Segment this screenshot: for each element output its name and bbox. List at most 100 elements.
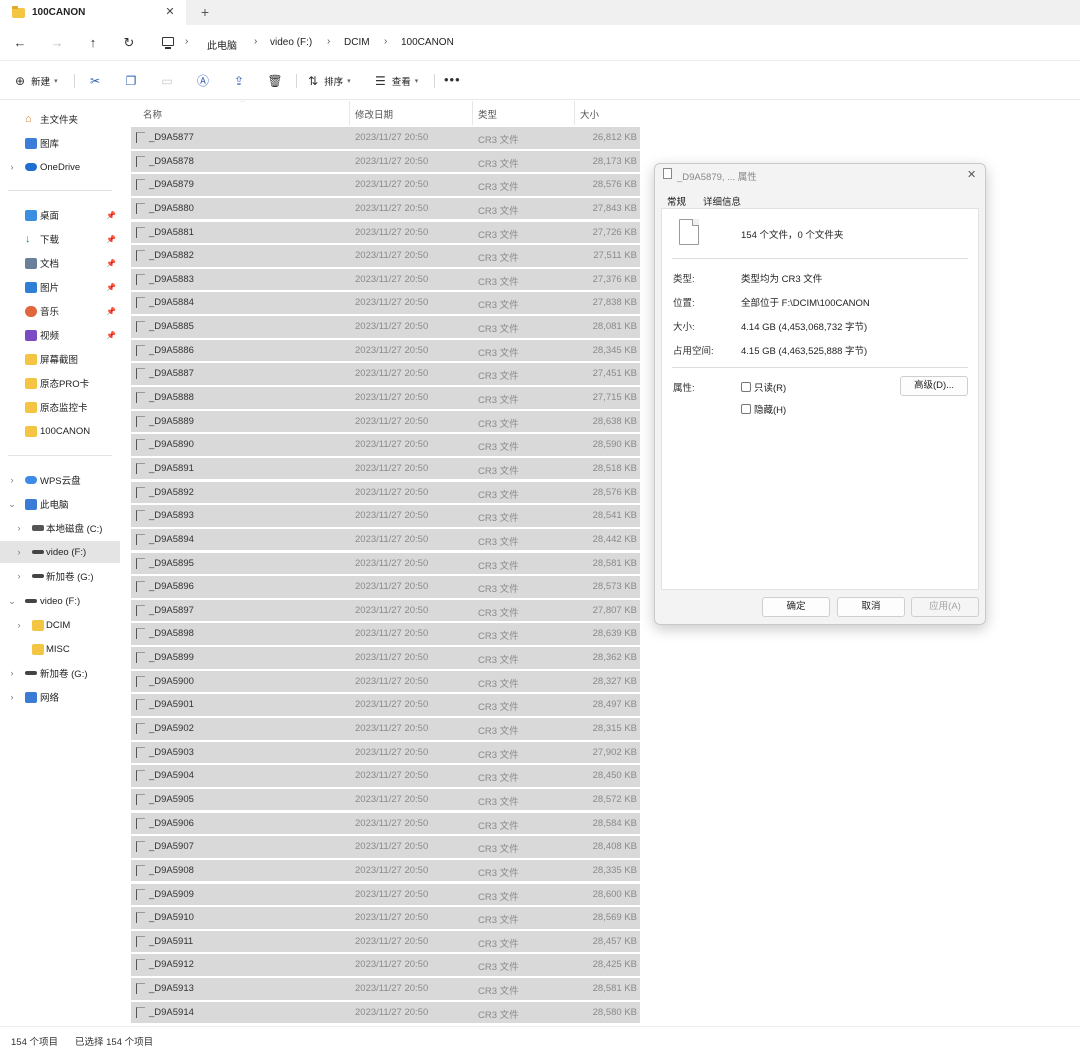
new-tab-button[interactable]: + (198, 4, 212, 20)
table-row[interactable]: _D9A5897 2023/11/27 20:50 CR3 文件 27,807 KB (131, 599, 640, 622)
close-icon[interactable]: ✕ (164, 6, 176, 18)
dialog-title-bar[interactable]: _D9A5879, ... 属性 ✕ (655, 164, 985, 186)
chevron-right-icon[interactable]: › (7, 668, 17, 678)
table-row[interactable]: _D9A5895 2023/11/27 20:50 CR3 文件 28,581 KB (131, 552, 640, 575)
pin-icon[interactable]: 📌 (106, 283, 116, 292)
checkbox-box[interactable] (741, 382, 751, 392)
sidebar-item-drive-c[interactable]: › 本地磁盘 (C:) (0, 517, 120, 539)
chevron-right-icon[interactable]: › (7, 692, 17, 702)
table-row[interactable]: _D9A5877 2023/11/27 20:50 CR3 文件 26,812 KB (131, 127, 640, 149)
table-row[interactable]: _D9A5889 2023/11/27 20:50 CR3 文件 28,638 KB (131, 410, 640, 433)
hidden-checkbox[interactable]: 隐藏(H) (741, 402, 786, 416)
table-row[interactable]: _D9A5898 2023/11/27 20:50 CR3 文件 28,639 KB (131, 623, 640, 645)
sidebar-item-music[interactable]: 音乐 📌 (0, 300, 120, 322)
cut-icon[interactable]: ✂ (87, 73, 103, 89)
table-row[interactable]: _D9A5910 2023/11/27 20:50 CR3 文件 28,569 KB (131, 907, 640, 929)
sidebar-item-gallery[interactable]: 图库 (0, 132, 120, 154)
chevron-right-icon[interactable]: › (14, 620, 24, 630)
tab-general[interactable]: 常规 (667, 194, 686, 208)
table-row[interactable]: _D9A5912 2023/11/27 20:50 CR3 文件 28,425 KB (131, 954, 640, 976)
sidebar-item-drive-f[interactable]: › video (F:) (0, 541, 120, 563)
more-options-button[interactable]: ••• (444, 72, 461, 87)
table-row[interactable]: _D9A5882 2023/11/27 20:50 CR3 文件 27,511 KB (131, 245, 640, 267)
table-row[interactable]: _D9A5885 2023/11/27 20:50 CR3 文件 28,081 KB (131, 316, 640, 338)
sidebar-item-desktop[interactable]: 桌面 📌 (0, 204, 120, 226)
pin-icon[interactable]: 📌 (106, 331, 116, 340)
sidebar-item-dcim[interactable]: › DCIM (0, 614, 120, 636)
pin-icon[interactable]: 📌 (106, 307, 116, 316)
table-row[interactable]: _D9A5878 2023/11/27 20:50 CR3 文件 28,173 KB (131, 150, 640, 173)
sidebar-item-documents[interactable]: 文档 📌 (0, 252, 120, 274)
readonly-checkbox[interactable]: 只读(R) (741, 380, 786, 394)
sidebar-item-misc[interactable]: MISC (0, 638, 120, 660)
sidebar-item-tf-pro[interactable]: 原态PRO卡 (0, 372, 120, 394)
table-row[interactable]: _D9A5894 2023/11/27 20:50 CR3 文件 28,442 KB (131, 528, 640, 551)
ok-button[interactable]: 确定 (762, 597, 830, 617)
column-divider[interactable] (472, 101, 473, 125)
table-row[interactable]: _D9A5903 2023/11/27 20:50 CR3 文件 27,902 KB (131, 741, 640, 764)
table-row[interactable]: _D9A5902 2023/11/27 20:50 CR3 文件 28,315 KB (131, 718, 640, 740)
breadcrumb-100canon[interactable]: 100CANON (401, 37, 454, 48)
breadcrumb-dcim[interactable]: DCIM (344, 37, 370, 48)
sort-button[interactable]: ⇅ 排序 ▾ (308, 73, 351, 89)
table-row[interactable]: _D9A5905 2023/11/27 20:50 CR3 文件 28,572 KB (131, 788, 640, 811)
pin-icon[interactable]: 📌 (106, 235, 116, 244)
sidebar-item-100canon[interactable]: 100CANON (0, 420, 120, 442)
chevron-down-icon[interactable]: ⌄ (7, 499, 17, 510)
table-row[interactable]: _D9A5884 2023/11/27 20:50 CR3 文件 27,838 KB (131, 292, 640, 314)
table-row[interactable]: _D9A5880 2023/11/27 20:50 CR3 文件 27,843 KB (131, 197, 640, 220)
table-row[interactable]: _D9A5900 2023/11/27 20:50 CR3 文件 28,327 KB (131, 670, 640, 693)
up-arrow-icon[interactable]: ↑ (85, 35, 101, 51)
column-header-date[interactable]: 修改日期 (355, 107, 393, 121)
sidebar-item-network[interactable]: › 网络 (0, 686, 120, 708)
pin-icon[interactable]: 📌 (106, 211, 116, 220)
tab-details[interactable]: 详细信息 (703, 194, 741, 208)
sidebar-item-onedrive[interactable]: › OneDrive (0, 156, 120, 178)
chevron-right-icon[interactable]: › (14, 571, 24, 581)
column-divider[interactable] (349, 101, 350, 125)
sidebar-item-home[interactable]: ⌂ 主文件夹 (0, 108, 120, 130)
chevron-right-icon[interactable]: › (14, 547, 24, 557)
table-row[interactable]: _D9A5904 2023/11/27 20:50 CR3 文件 28,450 KB (131, 765, 640, 787)
table-row[interactable]: _D9A5911 2023/11/27 20:50 CR3 文件 28,457 KB (131, 930, 640, 953)
table-row[interactable]: _D9A5881 2023/11/27 20:50 CR3 文件 27,726 KB (131, 221, 640, 244)
share-icon[interactable]: ⇪ (231, 73, 247, 89)
sidebar-item-pictures[interactable]: 图片 📌 (0, 276, 120, 298)
sidebar-item-screenshots[interactable]: 屏幕截图 (0, 348, 120, 370)
table-row[interactable]: _D9A5890 2023/11/27 20:50 CR3 文件 28,590 KB (131, 434, 640, 456)
sidebar-item-drive-g[interactable]: › 新加卷 (G:) (0, 565, 120, 587)
refresh-icon[interactable]: ↻ (121, 35, 137, 51)
sidebar-item-thispc[interactable]: ⌄ 此电脑 (0, 493, 120, 515)
table-row[interactable]: _D9A5908 2023/11/27 20:50 CR3 文件 28,335 KB (131, 859, 640, 882)
table-row[interactable]: _D9A5883 2023/11/27 20:50 CR3 文件 27,376 KB (131, 268, 640, 291)
table-row[interactable]: _D9A5899 2023/11/27 20:50 CR3 文件 28,362 KB (131, 647, 640, 669)
rename-icon[interactable]: Ⓐ (195, 73, 211, 89)
sidebar-item-wps[interactable]: › WPS云盘 (0, 469, 120, 491)
chevron-right-icon[interactable]: › (14, 523, 24, 533)
breadcrumb-video-f[interactable]: video (F:) (270, 37, 312, 48)
delete-icon[interactable]: 🗑 (267, 73, 283, 89)
forward-arrow-icon[interactable]: → (49, 35, 65, 51)
table-row[interactable]: _D9A5906 2023/11/27 20:50 CR3 文件 28,584 KB (131, 812, 640, 835)
table-row[interactable]: _D9A5892 2023/11/27 20:50 CR3 文件 28,576 KB (131, 481, 640, 504)
table-row[interactable]: _D9A5893 2023/11/27 20:50 CR3 文件 28,541 KB (131, 505, 640, 527)
column-divider[interactable] (574, 101, 575, 125)
new-button[interactable]: ⊕ 新建 ▾ (15, 73, 58, 89)
sidebar-item-new-g[interactable]: › 新加卷 (G:) (0, 662, 120, 684)
view-button[interactable]: ☰ 查看 ▾ (375, 73, 418, 89)
table-row[interactable]: _D9A5907 2023/11/27 20:50 CR3 文件 28,408 KB (131, 836, 640, 858)
column-header-type[interactable]: 类型 (478, 107, 497, 121)
chevron-down-icon[interactable]: ⌄ (7, 596, 17, 607)
breadcrumb-thispc[interactable]: 此电脑 (207, 37, 237, 52)
checkbox-box[interactable] (741, 404, 751, 414)
cancel-button[interactable]: 取消 (837, 597, 905, 617)
sidebar-item-video-f[interactable]: ⌄ video (F:) (0, 590, 120, 612)
sidebar-item-tf-monitor[interactable]: 原态监控卡 (0, 396, 120, 418)
chevron-right-icon[interactable]: › (7, 162, 17, 172)
close-icon[interactable]: ✕ (967, 168, 976, 181)
table-row[interactable]: _D9A5888 2023/11/27 20:50 CR3 文件 27,715 KB (131, 387, 640, 409)
pin-icon[interactable]: 📌 (106, 259, 116, 268)
table-row[interactable]: _D9A5886 2023/11/27 20:50 CR3 文件 28,345 KB (131, 339, 640, 362)
advanced-button[interactable]: 高级(D)... (900, 376, 968, 396)
tab-100canon[interactable]: 100CANON ✕ (0, 0, 186, 25)
